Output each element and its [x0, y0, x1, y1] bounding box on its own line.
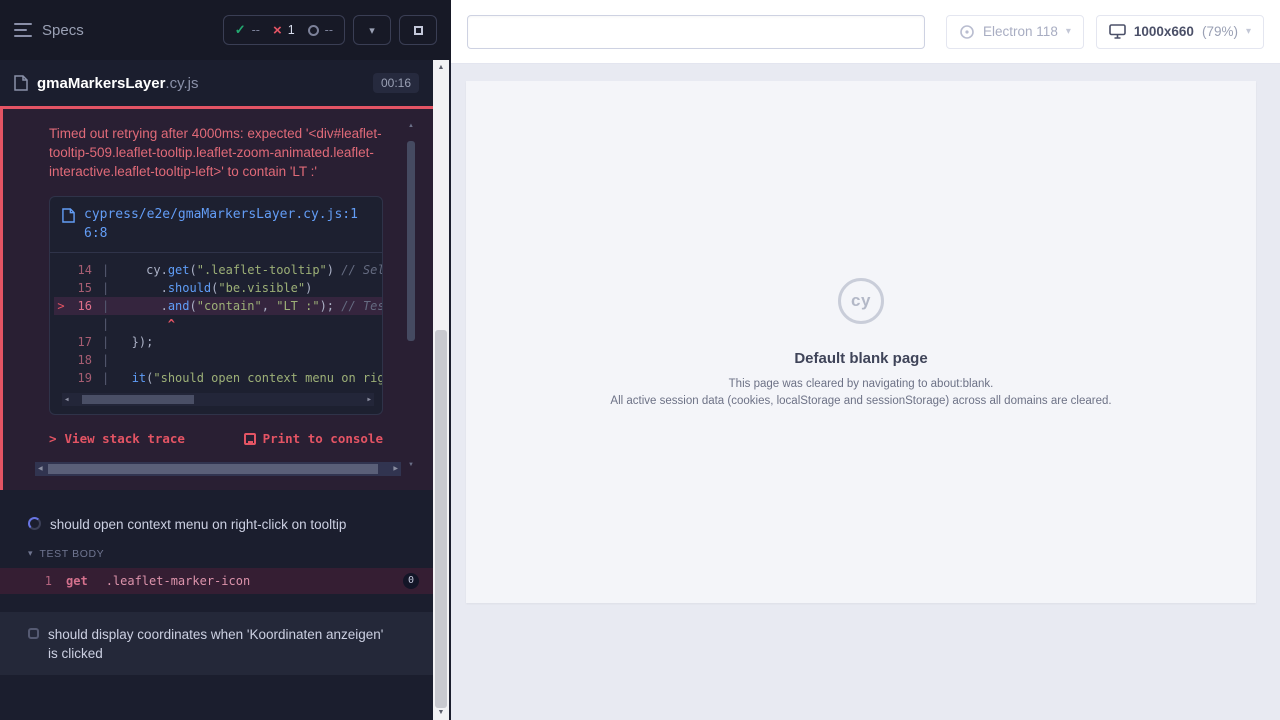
- address-bar[interactable]: [467, 15, 925, 49]
- code-frame-file-link: cypress/e2e/gmaMarkersLayer.cy.js:16:8: [84, 206, 370, 244]
- command-args: .leaflet-marker-icon: [106, 574, 251, 588]
- code-frame: cypress/e2e/gmaMarkersLayer.cy.js:16:8 1…: [49, 196, 383, 416]
- specs-menu-icon[interactable]: [14, 23, 32, 37]
- check-icon: ✓: [235, 22, 246, 38]
- scrollbar-thumb[interactable]: [82, 395, 194, 404]
- scrollbar-thumb[interactable]: [48, 464, 378, 474]
- stack-chevron-icon: >: [49, 431, 57, 446]
- error-actions-row: > View stack trace Print to console: [49, 431, 383, 446]
- scrollbar-thumb[interactable]: [407, 141, 415, 341]
- scroll-left-icon[interactable]: ◀: [38, 466, 43, 472]
- stat-passed[interactable]: ✓ --: [235, 22, 260, 38]
- test-row-queued[interactable]: should display coordinates when 'Koordin…: [0, 612, 433, 675]
- blank-page-title: Default blank page: [794, 350, 927, 367]
- reporter-panel: Specs ✓ -- × 1 -- ▾: [0, 0, 451, 720]
- scroll-right-icon[interactable]: ▶: [367, 397, 371, 403]
- aut-stage: cy Default blank page This page was clea…: [451, 64, 1280, 720]
- chevron-down-icon: ▾: [1066, 26, 1071, 37]
- queued-test-icon: [28, 628, 39, 639]
- view-stack-trace-link[interactable]: > View stack trace: [49, 431, 185, 446]
- viewport-select[interactable]: 1000x660 (79%) ▾: [1096, 15, 1264, 49]
- spec-file-icon: [14, 75, 28, 91]
- pending-count: --: [325, 23, 333, 37]
- failed-count: 1: [288, 23, 295, 37]
- code-file-icon: [62, 208, 75, 223]
- spec-name: gmaMarkersLayer.cy.js: [37, 75, 198, 92]
- code-frame-header[interactable]: cypress/e2e/gmaMarkersLayer.cy.js:16:8: [50, 197, 382, 254]
- scrollbar-thumb[interactable]: [435, 330, 447, 708]
- test-body-label: TEST BODY: [40, 548, 105, 560]
- code-line-caret: | ^: [54, 315, 382, 333]
- spec-header-row[interactable]: gmaMarkersLayer.cy.js 00:16: [0, 60, 433, 106]
- browser-select[interactable]: Electron 118 ▾: [946, 15, 1084, 49]
- runner-top-bar: Electron 118 ▾ 1000x660 (79%) ▾: [451, 0, 1280, 64]
- command-yield-badge: 0: [403, 573, 419, 589]
- code-line: 18|: [54, 351, 382, 369]
- scroll-right-icon[interactable]: ▶: [393, 466, 398, 472]
- reporter-header: Specs ✓ -- × 1 -- ▾: [0, 0, 451, 60]
- scroll-up-icon[interactable]: ▲: [433, 64, 449, 71]
- error-vertical-scrollbar[interactable]: ▲ ▼: [404, 123, 418, 468]
- aut-iframe: cy Default blank page This page was clea…: [466, 81, 1256, 603]
- monitor-icon: [1109, 24, 1126, 39]
- test-error-section: Timed out retrying after 4000ms: expecte…: [0, 106, 433, 490]
- pending-circle-icon: [308, 25, 319, 36]
- print-to-console-button[interactable]: Print to console: [244, 431, 383, 446]
- stat-failed[interactable]: × 1: [273, 23, 295, 38]
- test-title: should display coordinates when 'Koordin…: [48, 625, 393, 664]
- code-line: 17| });: [54, 333, 382, 351]
- runner-panel: Electron 118 ▾ 1000x660 (79%) ▾ cy Defau…: [451, 0, 1280, 720]
- viewport-scale: (79%): [1202, 24, 1238, 39]
- view-stack-trace-label: View stack trace: [65, 431, 185, 446]
- cypress-logo: cy: [838, 278, 884, 324]
- reporter-vertical-scrollbar[interactable]: ▲ ▼: [433, 60, 449, 720]
- chevron-down-icon: ▾: [369, 24, 375, 37]
- blank-page-message-2: All active session data (cookies, localS…: [610, 395, 1111, 407]
- test-row-running[interactable]: should open context menu on right-click …: [0, 502, 433, 546]
- stat-pending[interactable]: --: [308, 23, 333, 37]
- spec-extension: .cy.js: [165, 75, 198, 92]
- running-spinner-icon: [28, 517, 41, 530]
- test-title: should open context menu on right-click …: [50, 515, 346, 535]
- scroll-up-icon[interactable]: ▲: [408, 123, 414, 129]
- command-name: get: [66, 574, 88, 588]
- reporter-body: gmaMarkersLayer.cy.js 00:16 Timed out re…: [0, 60, 433, 720]
- stop-icon: [414, 26, 423, 35]
- error-message: Timed out retrying after 4000ms: expecte…: [49, 125, 383, 182]
- code-line-highlighted: >16| .and("contain", "LT :"); // Test: [54, 297, 382, 315]
- collapse-reporter-button[interactable]: ▾: [353, 15, 391, 45]
- scroll-down-icon[interactable]: ▼: [433, 709, 449, 716]
- chevron-down-icon: ▾: [28, 548, 33, 559]
- passed-count: --: [252, 23, 260, 37]
- electron-icon: [959, 24, 975, 40]
- blank-page-message-1: This page was cleared by navigating to a…: [729, 378, 994, 390]
- code-line: 15| .should("be.visible"): [54, 279, 382, 297]
- print-to-console-label: Print to console: [263, 431, 383, 446]
- print-icon: [244, 433, 256, 445]
- fail-x-icon: ×: [273, 23, 282, 38]
- hamburger-icon: [14, 23, 32, 37]
- specs-title: Specs: [42, 22, 84, 39]
- command-number: 1: [0, 574, 66, 588]
- stop-button[interactable]: [399, 15, 437, 45]
- code-line: 19| it("should open context menu on righ: [54, 369, 382, 387]
- chevron-down-icon: ▾: [1246, 26, 1251, 37]
- error-horizontal-scrollbar[interactable]: ◀ ▶: [35, 462, 401, 476]
- scroll-down-icon[interactable]: ▼: [408, 462, 414, 468]
- browser-label: Electron 118: [983, 24, 1058, 39]
- code-frame-body: 14| cy.get(".leaflet-tooltip") // Sele 1…: [50, 253, 382, 406]
- code-line: 14| cy.get(".leaflet-tooltip") // Sele: [54, 261, 382, 279]
- scroll-left-icon[interactable]: ◀: [65, 397, 69, 403]
- viewport-size: 1000x660: [1134, 24, 1194, 39]
- test-body-toggle[interactable]: ▾ TEST BODY: [0, 546, 433, 568]
- command-log-row[interactable]: 1 get .leaflet-marker-icon 0: [0, 568, 433, 594]
- code-frame-horizontal-scrollbar[interactable]: ◀ ▶: [62, 393, 374, 406]
- spec-duration-badge: 00:16: [373, 73, 419, 93]
- test-stats-group: ✓ -- × 1 --: [223, 15, 345, 45]
- cypress-runner-app: Specs ✓ -- × 1 -- ▾: [0, 0, 1280, 720]
